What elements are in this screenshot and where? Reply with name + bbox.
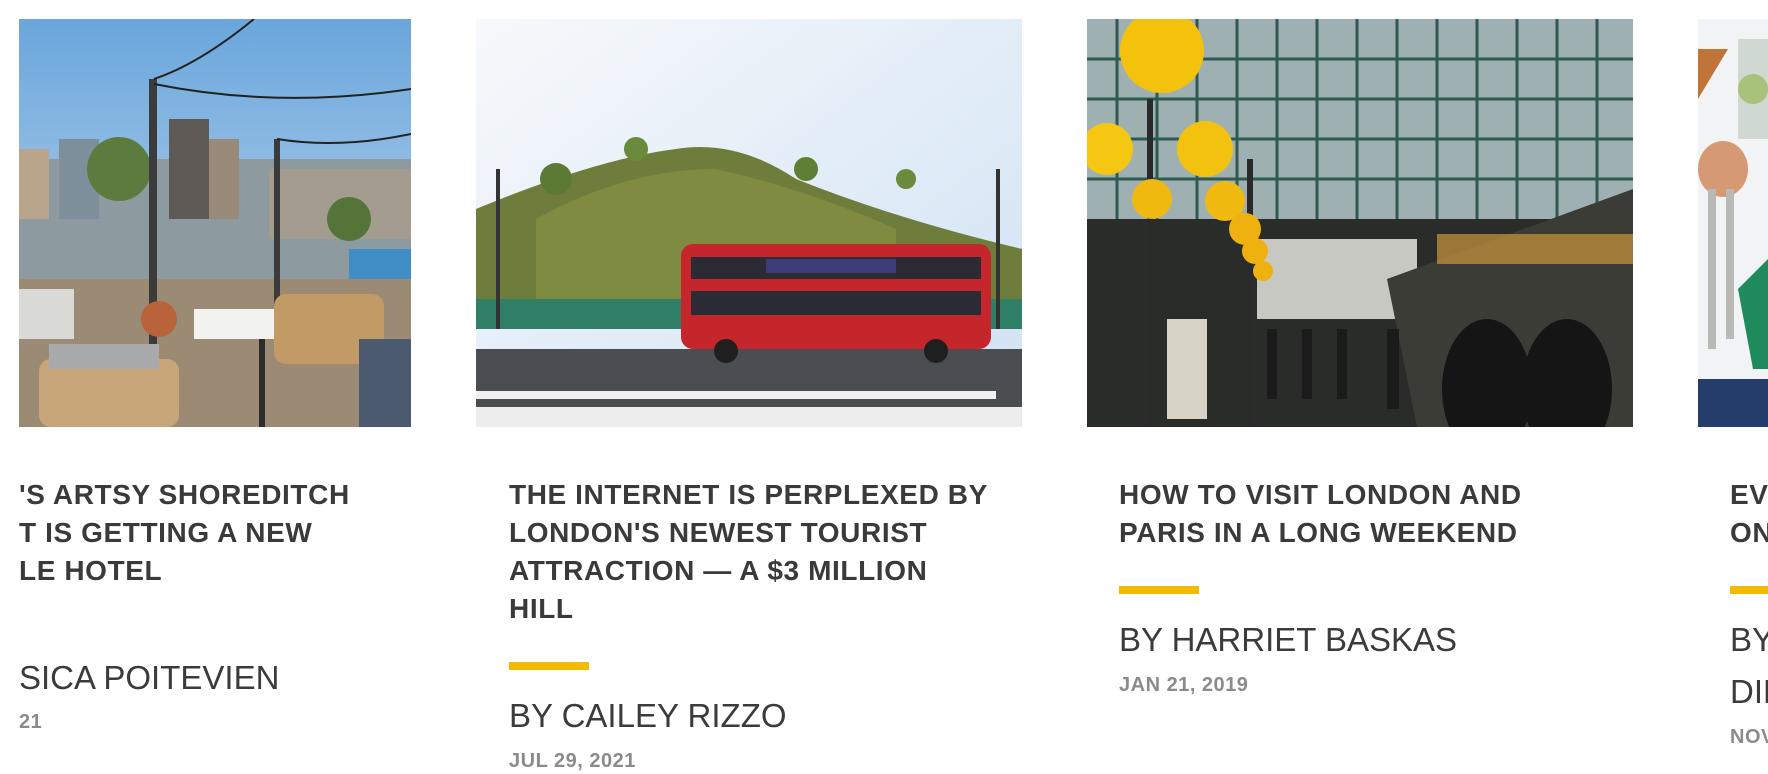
article-image-rooftop-terrace[interactable] (19, 19, 411, 427)
accent-divider (1119, 586, 1199, 594)
article-title[interactable]: HOW TO VISIT LONDON AND PARIS IN A LONG … (1119, 476, 1522, 552)
article-date: JUL 29, 2021 (509, 750, 636, 772)
article-title[interactable]: THE INTERNET IS PERPLEXED BY LONDON'S NE… (509, 476, 988, 628)
article-image-train-station[interactable] (1087, 19, 1633, 427)
article-image-hill-red-bus[interactable] (476, 19, 1022, 427)
article-author[interactable]: BY CAILEY RIZZO (509, 696, 787, 736)
article-author[interactable]: SICA POITEVIEN (19, 658, 279, 698)
article-date: NOV (1730, 726, 1768, 748)
article-author[interactable]: BY (1730, 620, 1768, 660)
article-image-drinks[interactable] (1698, 19, 1768, 427)
accent-divider (509, 662, 589, 670)
article-title[interactable]: 'S ARTSY SHOREDITCH T IS GETTING A NEW L… (19, 476, 350, 590)
accent-divider (1730, 586, 1768, 594)
article-title[interactable]: EV ON (1730, 476, 1768, 552)
article-date: 21 (19, 711, 43, 733)
article-author-continued[interactable]: DIE (1730, 672, 1768, 712)
article-author[interactable]: BY HARRIET BASKAS (1119, 620, 1457, 660)
article-date: JAN 21, 2019 (1119, 674, 1249, 696)
